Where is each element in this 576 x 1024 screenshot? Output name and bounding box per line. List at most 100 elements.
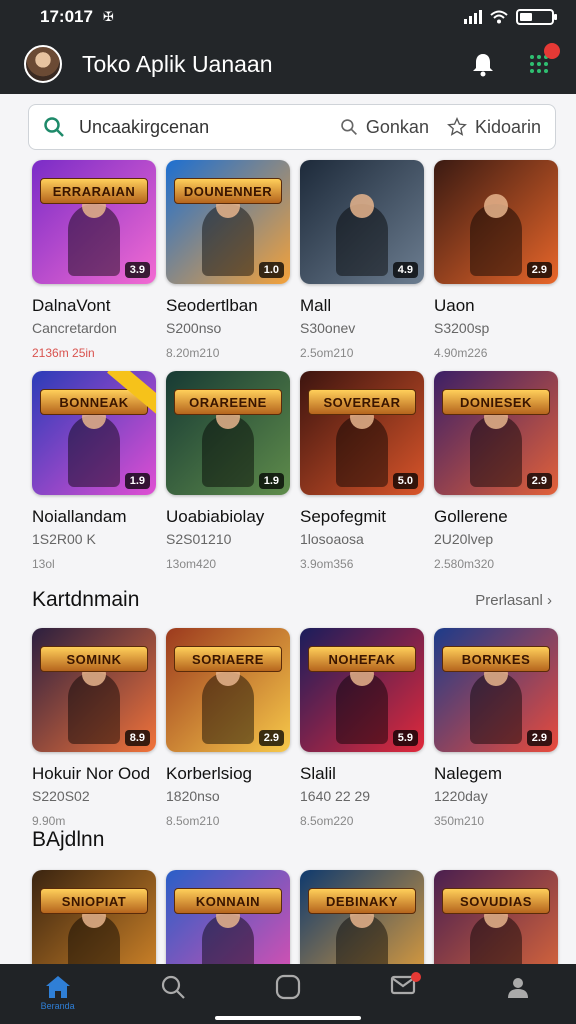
app-card[interactable]: DOUNENNER 1.0 Seodertlban S200nso 8.20m210: [166, 160, 290, 360]
page-title: Toko Aplik Uanaan: [82, 50, 273, 77]
app-grid-content: ERRARAIAN 3.9 DalnaVont Cancretardon 2136m 2…: [0, 156, 576, 964]
rating-badge: 5.0: [392, 473, 418, 489]
app-developer: S220S02: [32, 788, 90, 804]
game-logo-banner: KONNAIN: [174, 888, 282, 914]
app-thumbnail[interactable]: 2.9: [434, 160, 558, 284]
status-time: 17:017: [40, 7, 93, 26]
status-icons: [464, 9, 557, 25]
bell-icon: [473, 54, 493, 77]
home-icon: [45, 976, 70, 998]
search-icon: [341, 119, 357, 135]
app-thumbnail[interactable]: SORIAERE 2.9: [166, 628, 290, 752]
app-card[interactable]: 4.9 Mall S30onev 2.5om210: [300, 160, 424, 360]
game-logo-banner: ORAREENE: [174, 389, 282, 415]
app-name: Noiallandam: [32, 507, 127, 526]
app-card[interactable]: ORAREENE 1.9 Uoabiabiolay S2S01210 13om420: [166, 371, 290, 571]
app-card[interactable]: ERRARAIAN 3.9 DalnaVont Cancretardon 2136m 2…: [32, 160, 156, 360]
app-thumbnail[interactable]: DEBINAKY: [300, 870, 424, 964]
see-more-link[interactable]: Prerlasanl ›: [475, 592, 552, 609]
app-thumbnail[interactable]: NOHEFAK 5.9: [300, 628, 424, 752]
app-size: 4.90m226: [434, 346, 488, 360]
app-card[interactable]: SNIOPIAT: [32, 870, 156, 964]
app-size: 8.5om210: [166, 814, 220, 828]
app-thumbnail[interactable]: SOMINK 8.9: [32, 628, 156, 752]
app-developer: 1220day: [434, 788, 488, 804]
search-bar[interactable]: Uncaakirgcenan Gonkan Kidoarin: [28, 104, 556, 150]
app-size: 2.5om210: [300, 346, 354, 360]
square-icon: [275, 974, 301, 1000]
app-name: Hokuir Nor Ood: [32, 764, 151, 783]
game-logo-banner: DOUNENNER: [174, 178, 282, 204]
search-filter-chip[interactable]: Gonkan: [340, 117, 429, 138]
battery-icon: [516, 9, 557, 25]
rating-badge: 3.9: [124, 262, 150, 278]
nav-messages[interactable]: [373, 972, 433, 998]
search-chip-label: Gonkan: [365, 116, 429, 137]
app-card[interactable]: NOHEFAK 5.9 Slalil 1640 22 29 8.5om220: [300, 628, 424, 828]
app-developer: 1640 22 29: [300, 788, 371, 804]
app-card[interactable]: DONIESEK 2.9 Gollerene 2U20lvep 2.580m320: [434, 371, 558, 571]
signal-icon: [464, 10, 482, 24]
app-thumbnail[interactable]: SOVUDIAS: [434, 870, 558, 964]
app-card[interactable]: BORNKES 2.9 Nalegem 1220day 350m210: [434, 628, 558, 828]
app-developer: S2S01210: [166, 531, 232, 547]
app-card[interactable]: SORIAERE 2.9 Korberlsiog 1820nso 8.5om210: [166, 628, 290, 828]
app-developer: S30onev: [300, 320, 356, 336]
rating-badge: 1.9: [124, 473, 150, 489]
app-card[interactable]: SOMINK 8.9 Hokuir Nor Ood S220S02 9.90m: [32, 628, 156, 828]
character-head: [350, 194, 374, 218]
apps-button[interactable]: [524, 43, 560, 79]
avatar[interactable]: [24, 45, 62, 83]
app-thumbnail[interactable]: DOUNENNER 1.0: [166, 160, 290, 284]
rating-badge: 2.9: [526, 262, 552, 278]
app-thumbnail[interactable]: 4.9: [300, 160, 424, 284]
search-input[interactable]: Uncaakirgcenan: [79, 117, 322, 138]
app-developer: 1losoaosa: [300, 531, 364, 547]
app-developer: 1S2R00 K: [32, 531, 96, 547]
section-title: Kartdnmain: [32, 588, 140, 611]
app-card[interactable]: 2.9 Uaon S3200sp 4.90m226: [434, 160, 558, 360]
app-thumbnail[interactable]: ERRARAIAN 3.9: [32, 160, 156, 284]
notification-button[interactable]: [468, 49, 498, 79]
favorites-chip-label: Kidoarin: [474, 116, 541, 137]
app-thumbnail[interactable]: SNIOPIAT: [32, 870, 156, 964]
game-logo-banner: DEBINAKY: [308, 888, 416, 914]
app-card[interactable]: SOVEREAR 5.0 Sepofegmit 1losoaosa 3.9om356: [300, 371, 424, 571]
app-size: 13ol: [32, 557, 55, 571]
app-card[interactable]: DEBINAKY: [300, 870, 424, 964]
app-size: 2136m 25in: [32, 346, 95, 360]
game-logo-banner: SNIOPIAT: [40, 888, 148, 914]
app-name: Nalegem: [434, 764, 503, 783]
nav-home[interactable]: Beranda: [28, 974, 88, 1011]
app-card[interactable]: BONNEAK 1.9 Noiallandam 1S2R00 K 13ol: [32, 371, 156, 571]
app-thumbnail[interactable]: DONIESEK 2.9: [434, 371, 558, 495]
game-logo-banner: NOHEFAK: [308, 646, 416, 672]
nav-search[interactable]: [143, 974, 203, 1000]
nav-home-label: Beranda: [40, 1001, 75, 1011]
app-developer: 2U20lvep: [434, 531, 494, 547]
app-thumbnail[interactable]: KONNAIN: [166, 870, 290, 964]
nav-library[interactable]: [258, 974, 318, 1000]
game-logo-banner: DONIESEK: [442, 389, 550, 415]
app-developer: Cancretardon: [32, 320, 117, 336]
rating-badge: 4.9: [392, 262, 418, 278]
app-name: Seodertlban: [166, 296, 258, 315]
app-thumbnail[interactable]: BORNKES 2.9: [434, 628, 558, 752]
favorites-chip[interactable]: Kidoarin: [447, 117, 541, 138]
bottom-nav: Beranda: [0, 964, 576, 1024]
app-thumbnail[interactable]: ORAREENE 1.9: [166, 371, 290, 495]
app-card[interactable]: KONNAIN: [166, 870, 290, 964]
status-bar: 17:017 ✠: [0, 0, 576, 34]
rating-badge: 8.9: [124, 730, 150, 746]
game-logo-banner: SOMINK: [40, 646, 148, 672]
app-thumbnail[interactable]: SOVEREAR 5.0: [300, 371, 424, 495]
character-head: [484, 194, 508, 218]
section-title: BAjdlnn: [32, 828, 105, 851]
app-name: Sepofegmit: [300, 507, 386, 526]
game-logo-banner: SOVUDIAS: [442, 888, 550, 914]
rating-badge: 5.9: [392, 730, 418, 746]
app-size: 13om420: [166, 557, 217, 571]
app-thumbnail[interactable]: BONNEAK 1.9: [32, 371, 156, 495]
nav-profile[interactable]: [488, 974, 548, 1000]
app-card[interactable]: SOVUDIAS: [434, 870, 558, 964]
